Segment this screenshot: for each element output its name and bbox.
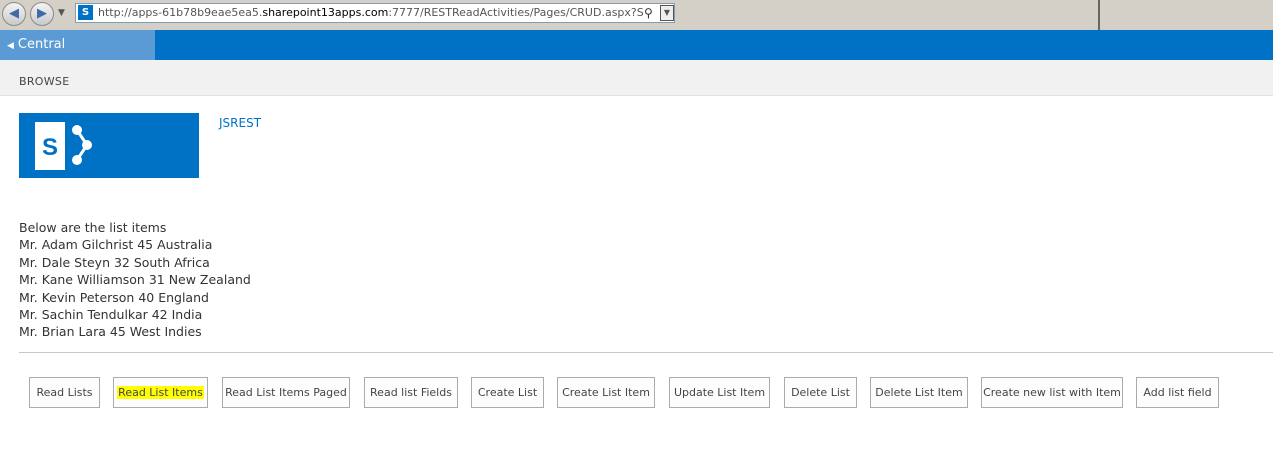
url-suffix: :7777/RESTReadActivities/Pages/CRUD.aspx… — [388, 6, 644, 19]
list-item: Mr. Brian Lara 45 West Indies — [19, 324, 202, 340]
toolbar-divider — [1098, 0, 1100, 30]
history-dropdown-icon[interactable]: ▼ — [58, 8, 65, 18]
list-item: Mr. Sachin Tendulkar 42 India — [19, 306, 203, 322]
delete-list-button[interactable]: Delete List — [784, 377, 857, 408]
read-list-items-paged-button[interactable]: Read List Items Paged — [222, 377, 350, 408]
sharepoint-favicon-icon: S — [78, 5, 93, 20]
browser-toolbar: ◀ ▶ ▼ S http://apps-61b78b9eae5ea5.share… — [0, 0, 1273, 31]
create-list-button[interactable]: Create List — [471, 377, 544, 408]
update-list-item-button[interactable]: Update List Item — [669, 377, 770, 408]
read-lists-button[interactable]: Read Lists — [29, 377, 100, 408]
button-label: Delete List Item — [875, 386, 963, 399]
chevron-left-icon: ◀ — [7, 41, 14, 51]
address-bar[interactable]: S http://apps-61b78b9eae5ea5.sharepoint1… — [75, 3, 675, 23]
list-item: Mr. Adam Gilchrist 45 Australia — [19, 237, 213, 253]
list-items-output: Below are the list items Mr. Adam Gilchr… — [19, 219, 251, 341]
delete-list-item-button[interactable]: Delete List Item — [870, 377, 968, 408]
button-label: Read List Items Paged — [225, 386, 347, 399]
button-label: Read list Fields — [370, 386, 452, 399]
forward-button[interactable]: ▶ — [30, 2, 54, 26]
button-label: Create List — [477, 386, 538, 399]
suite-bar: ◀Central Administration — [0, 30, 1273, 83]
ribbon: BROWSE — [0, 60, 1273, 96]
site-logo[interactable]: S — [19, 113, 199, 178]
button-label: Read Lists — [36, 386, 93, 399]
url-prefix: http://apps-61b78b9eae5ea5. — [98, 6, 263, 19]
back-arrow-icon: ◀ — [9, 6, 19, 21]
back-button[interactable]: ◀ — [2, 2, 26, 26]
url-domain: sharepoint13apps.com — [262, 6, 389, 19]
button-label: Create new list with Item — [983, 386, 1121, 399]
button-label: Create List Item — [562, 386, 650, 399]
read-list-fields-button[interactable]: Read list Fields — [364, 377, 458, 408]
button-label: Read List Items — [117, 386, 204, 399]
address-dropdown-icon[interactable]: ▼ — [660, 5, 674, 21]
forward-arrow-icon: ▶ — [37, 6, 47, 21]
create-list-item-button[interactable]: Create List Item — [557, 377, 655, 408]
tab-browse[interactable]: BROWSE — [19, 75, 69, 88]
list-item: Mr. Dale Steyn 32 South Africa — [19, 254, 210, 270]
separator — [19, 352, 1273, 353]
central-administration-link[interactable]: ◀Central Administration — [0, 30, 155, 83]
add-list-field-button[interactable]: Add list field — [1136, 377, 1219, 408]
button-label: Delete List — [791, 386, 850, 399]
list-item: Mr. Kane Williamson 31 New Zealand — [19, 272, 251, 288]
button-label: Add list field — [1143, 386, 1212, 399]
button-label: Update List Item — [673, 386, 766, 399]
list-heading: Below are the list items — [19, 220, 167, 235]
read-list-items-button[interactable]: Read List Items — [113, 377, 208, 408]
site-title-link[interactable]: JSREST — [219, 116, 261, 130]
svg-text:S: S — [42, 134, 58, 161]
address-url[interactable]: http://apps-61b78b9eae5ea5.sharepoint13a… — [98, 4, 644, 22]
search-icon[interactable]: ⚲ — [644, 4, 658, 22]
list-item: Mr. Kevin Peterson 40 England — [19, 289, 209, 305]
sharepoint-logo-icon: S — [35, 122, 92, 170]
create-new-list-with-item-button[interactable]: Create new list with Item — [981, 377, 1123, 408]
